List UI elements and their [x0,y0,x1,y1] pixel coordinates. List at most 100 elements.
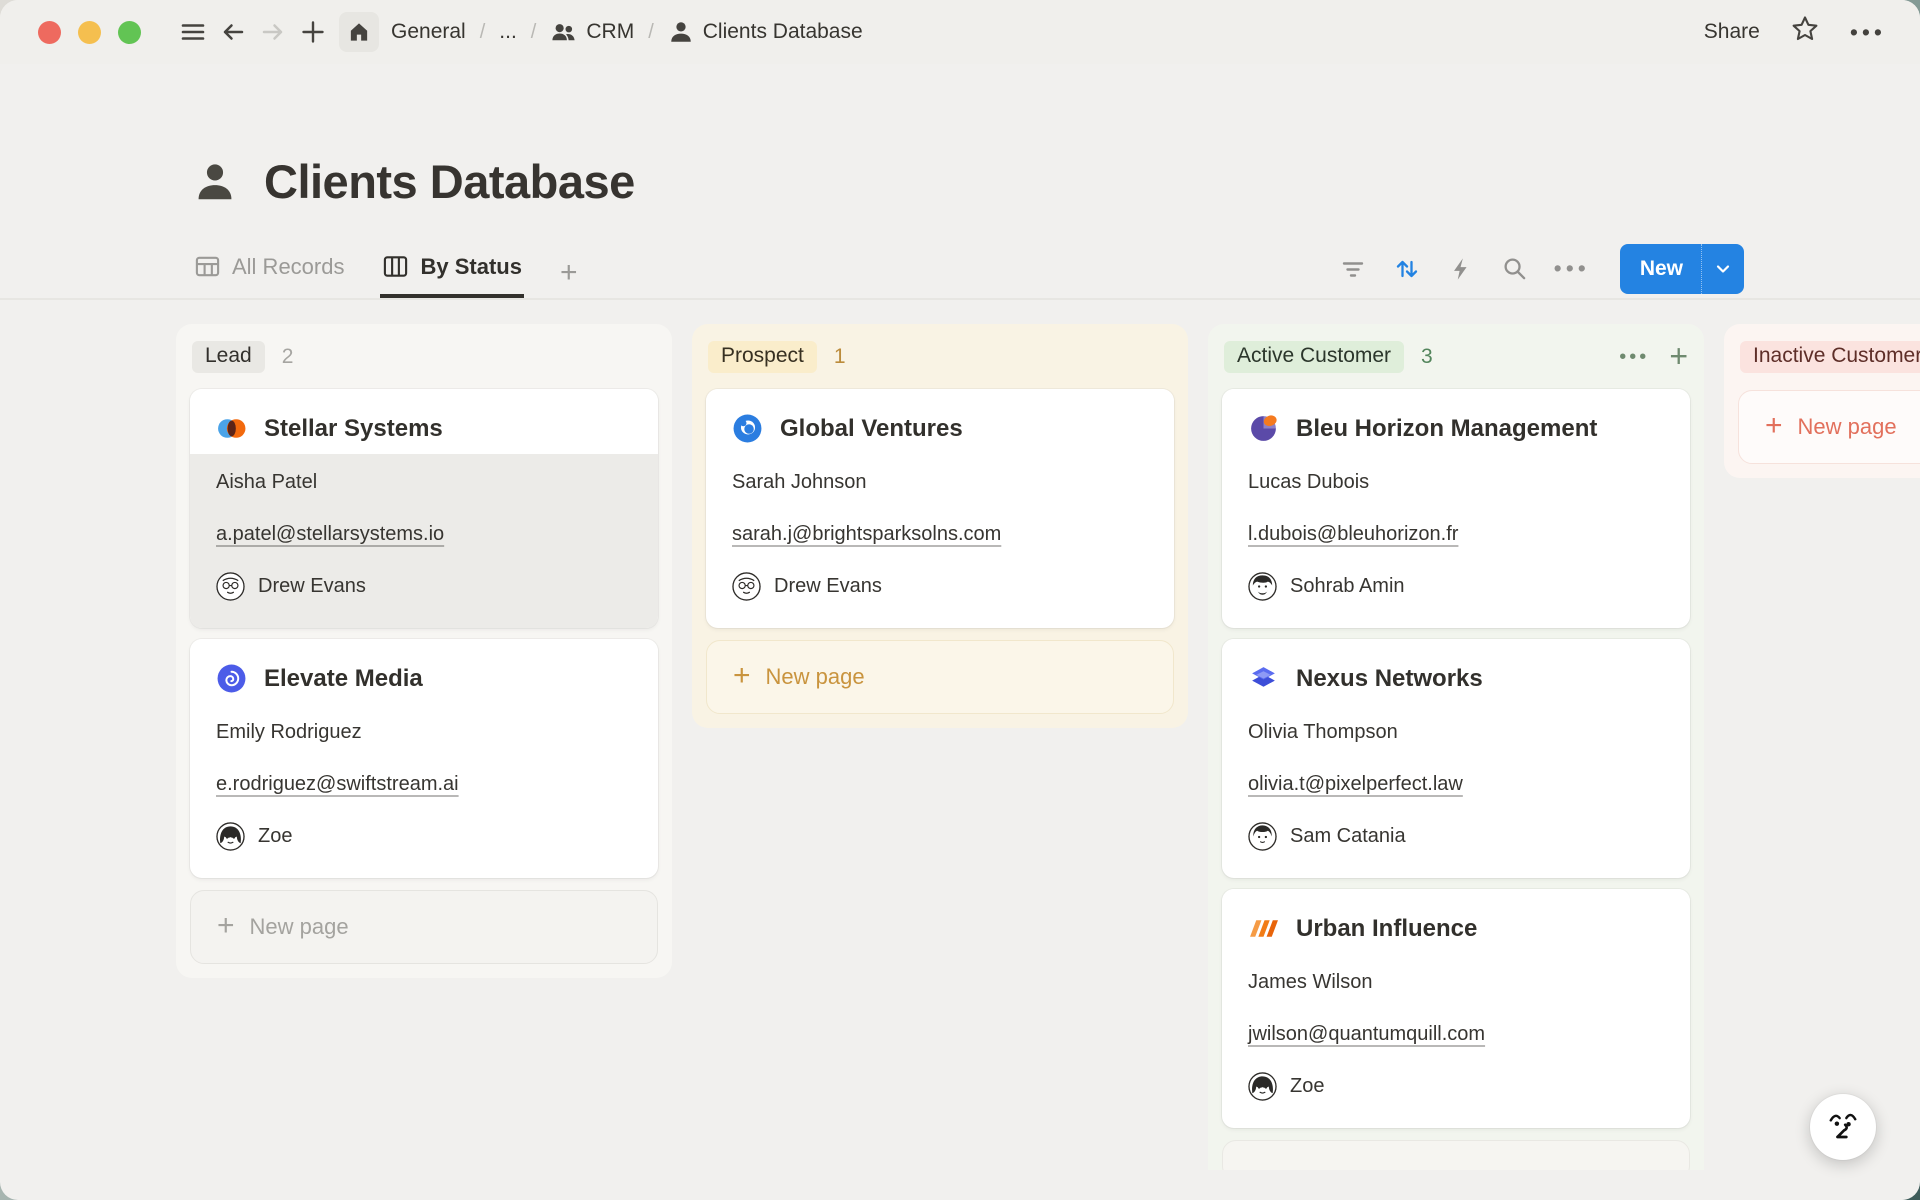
blue-swirl-icon [732,413,763,444]
card-elevate-media[interactable]: Elevate Media Emily Rodriguez e.rodrigue… [190,639,658,878]
page-title[interactable]: Clients Database [264,154,635,209]
column-more-button[interactable]: ••• [1619,347,1649,367]
home-icon [347,20,371,44]
card-global-ventures[interactable]: Global Ventures Sarah Johnson sarah.j@br… [706,389,1174,628]
avatar-drew-evans [732,572,761,601]
card-contact-name: Sarah Johnson [732,464,1148,500]
blue-layers-icon [1248,663,1279,694]
owner-name: Sohrab Amin [1290,575,1405,598]
card-company-name: Elevate Media [264,665,423,693]
titlebar-actions: Share ••• [1704,14,1886,50]
back-button[interactable] [213,12,253,52]
card-bleu-horizon-management[interactable]: Bleu Horizon Management Lucas Dubois l.d… [1222,389,1690,628]
new-page-button-lead[interactable]: + New page [190,890,658,964]
card-company-name: Stellar Systems [264,415,443,443]
column-lead: Lead 2 Stellar Systems Aisha Patel a.pat… [176,324,672,978]
assistant-button[interactable] [1810,1094,1876,1160]
tab-by-status[interactable]: By Status [380,239,523,298]
card-contact-name: Olivia Thompson [1248,714,1664,750]
venn-circles-icon [216,413,247,444]
blue-spiral-icon [216,663,247,694]
zoom-window-button[interactable] [118,21,141,44]
new-page-button-active[interactable] [1222,1140,1690,1170]
new-page-label: New page [1798,414,1897,440]
favorite-button[interactable] [1790,14,1820,50]
card-email[interactable]: sarah.j@brightsparksolns.com [732,516,1148,552]
status-badge[interactable]: Prospect [708,341,817,373]
kanban-board: Lead 2 Stellar Systems Aisha Patel a.pat… [0,300,1920,1170]
window-controls [38,21,141,44]
column-count: 3 [1421,345,1433,369]
owner-name: Drew Evans [258,575,366,598]
column-prospect: Prospect 1 Global Ventures Sarah Johnson… [692,324,1188,728]
card-owner: Zoe [216,818,632,854]
home-button[interactable] [339,12,379,52]
automations-button[interactable] [1446,254,1476,284]
plus-icon: + [217,911,235,941]
card-stellar-systems[interactable]: Stellar Systems Aisha Patel a.patel@stel… [190,389,658,628]
page-header: Clients Database [0,64,1920,209]
search-button[interactable] [1500,254,1530,284]
orange-stripes-icon [1248,913,1279,944]
avatar-sam-catania [1248,822,1277,851]
view-more-button[interactable]: ••• [1554,257,1590,280]
minimize-window-button[interactable] [78,21,101,44]
filter-button[interactable] [1338,254,1368,284]
board-view-icon [382,253,409,280]
close-window-button[interactable] [38,21,61,44]
owner-name: Drew Evans [774,575,882,598]
card-contact-name: James Wilson [1248,964,1664,1000]
new-page-button-inactive[interactable]: + New page [1738,390,1920,464]
sort-button[interactable] [1392,254,1422,284]
card-urban-influence[interactable]: Urban Influence James Wilson jwilson@qua… [1222,889,1690,1128]
card-company-name: Bleu Horizon Management [1296,415,1597,443]
breadcrumb-item-crm[interactable]: CRM [550,19,634,46]
arrow-left-icon [219,18,247,46]
breadcrumb-item-collapsed[interactable]: ... [499,20,517,44]
breadcrumb-label: CRM [586,20,634,44]
status-badge[interactable]: Lead [192,341,265,373]
card-company-name: Nexus Networks [1296,665,1483,693]
card-owner: Drew Evans [216,568,632,604]
table-view-icon [194,253,221,280]
tab-label: All Records [232,254,344,280]
purple-orange-shapes-icon [1248,413,1279,444]
card-nexus-networks[interactable]: Nexus Networks Olivia Thompson olivia.t@… [1222,639,1690,878]
card-company-name: Global Ventures [780,415,963,443]
people-icon [550,19,577,46]
avatar-zoe [1248,1072,1277,1101]
new-record-button[interactable]: New [1620,244,1744,294]
new-record-label[interactable]: New [1620,244,1701,294]
sidebar-toggle-button[interactable] [173,12,213,52]
filter-icon [1339,255,1367,283]
tab-all-records[interactable]: All Records [192,239,346,298]
card-email[interactable]: e.rodriguez@swiftstream.ai [216,766,632,802]
breadcrumb-item-clients-database[interactable]: Clients Database [668,19,863,45]
breadcrumb-item-general[interactable]: General [391,20,466,44]
column-controls: ••• + [1619,344,1688,370]
more-options-button[interactable]: ••• [1850,21,1886,44]
card-email[interactable]: jwilson@quantumquill.com [1248,1016,1664,1052]
card-email[interactable]: a.patel@stellarsystems.io [216,516,632,552]
new-tab-button[interactable] [293,12,333,52]
card-email[interactable]: olivia.t@pixelperfect.law [1248,766,1664,802]
column-add-card-button[interactable]: + [1669,344,1688,370]
status-badge[interactable]: Inactive Customer [1740,341,1920,373]
app-window: General / ... / CRM / Clients Database S… [0,0,1920,1200]
tab-label: By Status [420,254,521,280]
column-count: 1 [834,345,846,369]
share-button[interactable]: Share [1704,20,1760,44]
new-page-button-prospect[interactable]: + New page [706,640,1174,714]
breadcrumb: General / ... / CRM / Clients Database [391,19,863,46]
add-view-button[interactable]: + [558,242,580,296]
new-page-label: New page [766,664,865,690]
breadcrumb-separator: / [529,21,539,44]
card-email[interactable]: l.dubois@bleuhorizon.fr [1248,516,1664,552]
forward-button[interactable] [253,12,293,52]
arrow-right-icon [259,18,287,46]
sort-arrows-icon [1393,255,1421,283]
new-record-dropdown[interactable] [1701,244,1744,294]
owner-name: Zoe [1290,1075,1324,1098]
view-toolbar: ••• New [1338,244,1744,294]
status-badge[interactable]: Active Customer [1224,341,1404,373]
